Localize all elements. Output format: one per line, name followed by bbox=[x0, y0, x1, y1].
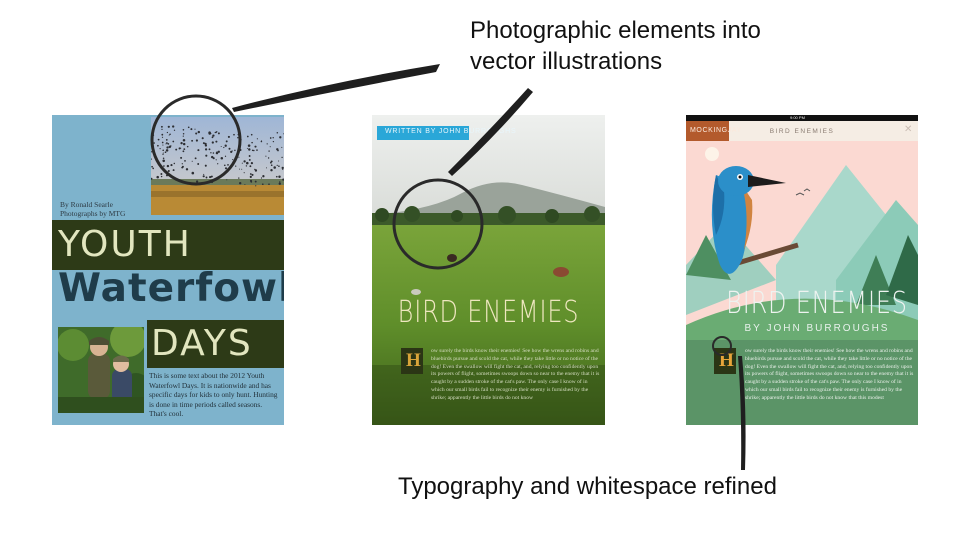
magnifier-circle-1 bbox=[150, 94, 242, 186]
brush-stroke-2 bbox=[448, 88, 533, 176]
annotation-overlay bbox=[150, 64, 746, 470]
brush-stroke-1 bbox=[232, 64, 440, 112]
magnifier-circle-3 bbox=[712, 336, 732, 356]
brush-stroke-3 bbox=[738, 356, 746, 470]
magnifier-circle-2 bbox=[392, 178, 484, 270]
